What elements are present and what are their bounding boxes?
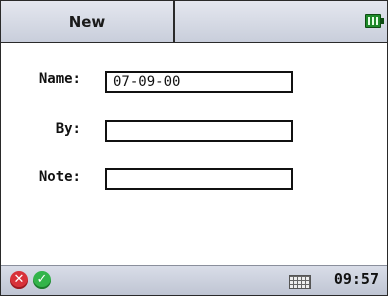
- battery-icon: [365, 14, 384, 28]
- name-field[interactable]: 07-09-00: [105, 71, 293, 93]
- ok-icon[interactable]: ✓: [33, 271, 51, 289]
- title-bar: New: [1, 1, 387, 43]
- keyboard-icon[interactable]: [289, 275, 311, 289]
- note-label: Note:: [38, 169, 81, 185]
- cancel-icon[interactable]: ✕: [10, 271, 28, 289]
- app-window: New Name: 07-09-00 By: Note: ✕ ✓ 09:57: [0, 0, 388, 296]
- clock-time: 09:57: [333, 270, 379, 288]
- name-label: Name:: [38, 71, 81, 87]
- by-label: By:: [55, 121, 81, 137]
- by-field[interactable]: [105, 120, 293, 142]
- status-bar: ✕ ✓ 09:57: [1, 265, 387, 295]
- note-field[interactable]: [105, 168, 293, 190]
- page-title: New: [1, 1, 175, 42]
